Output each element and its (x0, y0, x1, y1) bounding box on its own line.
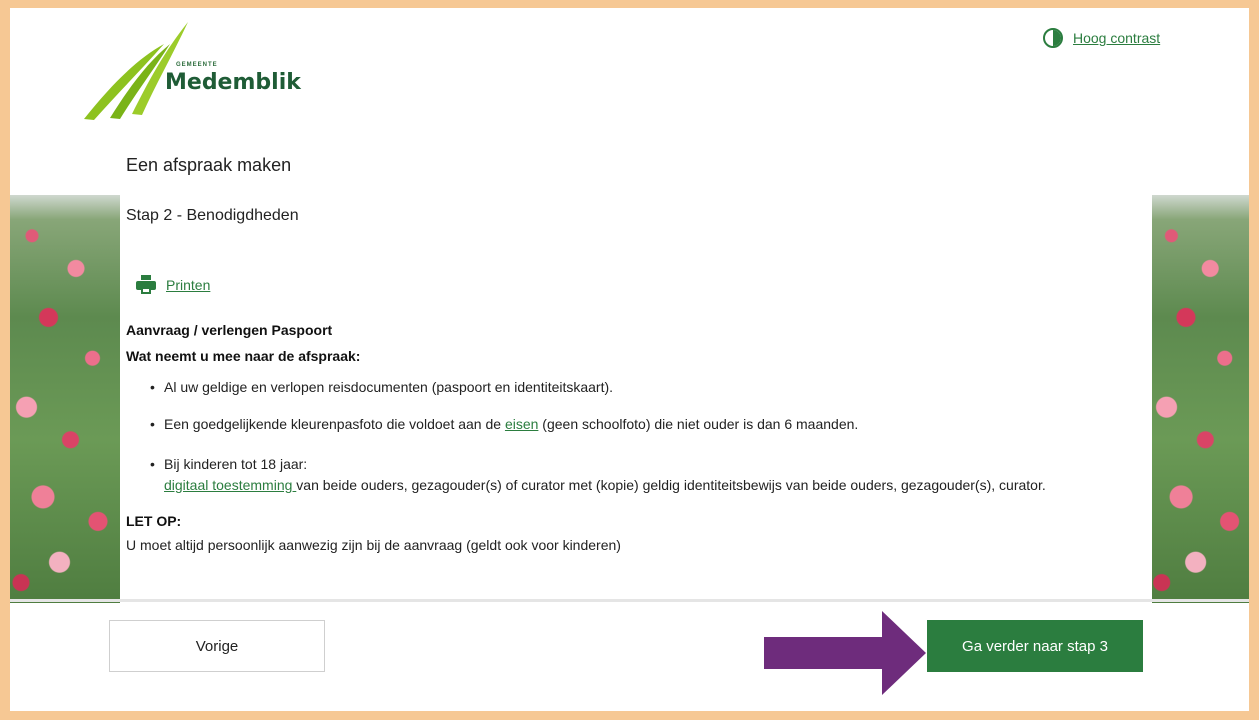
section-heading: Aanvraag / verlengen Paspoort (126, 322, 333, 338)
print-button[interactable]: Printen (136, 275, 210, 295)
divider (10, 599, 1249, 602)
note-heading: LET OP: (126, 513, 182, 529)
eisen-link[interactable]: eisen (505, 416, 538, 432)
list-item: Al uw geldige en verlopen reisdocumenten… (150, 379, 613, 395)
digital-consent-link[interactable]: digitaal toestemming (164, 477, 296, 493)
list-item: Een goedgelijkende kleurenpasfoto die vo… (150, 416, 858, 432)
flower-image-left (10, 195, 120, 603)
logo-leaves-icon (84, 22, 188, 120)
logo-name-text: Medemblik (165, 70, 301, 95)
high-contrast-link[interactable]: Hoog contrast (1073, 30, 1160, 46)
step-title: Stap 2 - Benodigdheden (126, 207, 299, 224)
page-title: Een afspraak maken (126, 155, 292, 175)
contrast-icon (1043, 28, 1063, 48)
print-link[interactable]: Printen (166, 277, 210, 293)
next-step-button[interactable]: Ga verder naar stap 3 (927, 620, 1143, 672)
logo[interactable]: GEMEENTE Medemblik (72, 14, 302, 124)
high-contrast-toggle[interactable]: Hoog contrast (1043, 28, 1160, 48)
logo-gemeente-text: GEMEENTE (176, 62, 218, 68)
printer-icon (136, 275, 156, 295)
section-subheading: Wat neemt u mee naar de afspraak: (126, 348, 361, 364)
previous-button[interactable]: Vorige (109, 620, 325, 672)
list-item: Bij kinderen tot 18 jaar:digitaal toeste… (150, 454, 1046, 496)
note-text: U moet altijd persoonlijk aanwezig zijn … (126, 537, 621, 553)
arrow-right-icon (764, 611, 926, 695)
flower-image-right (1152, 195, 1249, 603)
